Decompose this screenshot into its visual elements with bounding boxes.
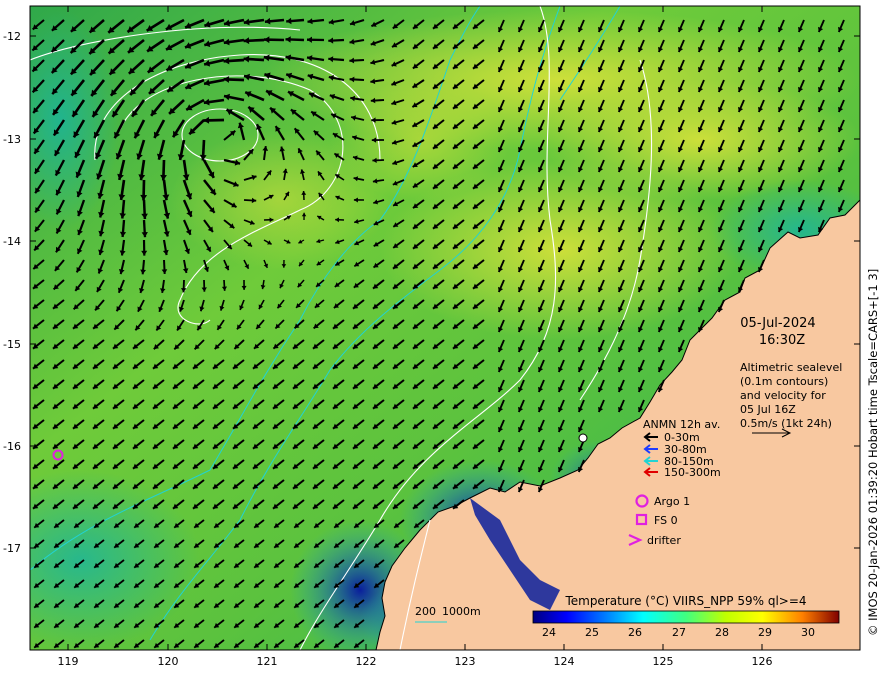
colorbar-tick: 28 <box>715 626 729 639</box>
lat-tick-label: -14 <box>3 235 21 248</box>
lat-tick-label: -16 <box>3 440 21 453</box>
lat-tick-label: -12 <box>3 30 21 43</box>
marker-legend-label: FS 0 <box>654 514 678 527</box>
station-marker[interactable] <box>578 433 588 443</box>
lon-tick-label: 126 <box>752 655 773 668</box>
description-line: Altimetric sealevel <box>740 361 842 374</box>
lat-tick-label: -13 <box>3 133 21 146</box>
lon-tick-label: 122 <box>356 655 377 668</box>
anmn-legend-label: 150-300m <box>664 466 721 479</box>
colorbar-tick: 29 <box>758 626 772 639</box>
map-date: 05-Jul-2024 <box>740 316 815 331</box>
marker-legend-label: Argo 1 <box>654 495 690 508</box>
lon-tick-label: 121 <box>257 655 278 668</box>
description-line: (0.1m contours) <box>740 375 828 388</box>
colorbar-gradient <box>532 610 840 624</box>
description-line: 05 Jul 16Z <box>740 403 796 416</box>
anmn-legend-title: ANMN 12h av. <box>643 418 720 431</box>
lon-tick-label: 124 <box>554 655 575 668</box>
credit-text: © IMOS 20-Jan-2026 01:39:20 Hobart time … <box>866 269 880 636</box>
colorbar-tick: 25 <box>585 626 599 639</box>
description-line: 0.5m/s (1kt 24h) <box>740 417 832 430</box>
colorbar-tick: 24 <box>542 626 556 639</box>
isobath-label-200: 200 <box>415 605 436 618</box>
map-time: 16:30Z <box>759 333 805 348</box>
colorbar-tick: 26 <box>628 626 642 639</box>
lat-tick-label: -15 <box>3 338 21 351</box>
ocean-map: -12 -13 -14 -15 -16 -17 119 120 121 122 … <box>3 5 880 668</box>
colorbar-tick: 30 <box>801 626 815 639</box>
colorbar-tick: 27 <box>672 626 686 639</box>
description-line: and velocity for <box>740 389 826 402</box>
lon-tick-label: 123 <box>455 655 476 668</box>
lon-tick-label: 120 <box>158 655 179 668</box>
colorbar-title: Temperature (°C) VIIRS_NPP 59% ql>=4 <box>564 594 806 608</box>
lon-tick-label: 125 <box>653 655 674 668</box>
marker-legend-label: drifter <box>647 534 681 547</box>
lat-tick-label: -17 <box>3 542 21 555</box>
isobath-label-1000: 1000m <box>442 605 481 618</box>
lon-tick-label: 119 <box>58 655 79 668</box>
